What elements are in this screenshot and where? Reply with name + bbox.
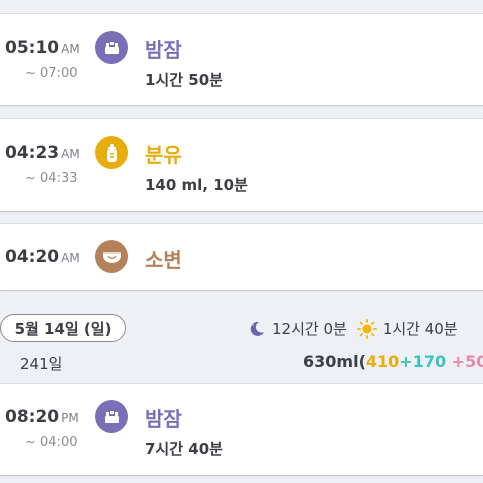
- entry-end-time: ~ 07:00: [25, 66, 78, 81]
- milk-other-amount: +50: [451, 352, 483, 371]
- entry-title: 분유: [145, 143, 182, 167]
- date-chip[interactable]: 5월 14일 (일): [0, 314, 126, 342]
- entry-detail: 1시간 50분: [145, 71, 223, 89]
- milk-formula-amount: 410: [365, 352, 400, 371]
- bottle-icon: [95, 136, 128, 169]
- sleep-icon: [95, 400, 128, 433]
- milk-breast-amount: +170: [399, 352, 447, 371]
- sun-icon: [356, 318, 377, 339]
- entry-time: 04:23 AM: [5, 143, 80, 163]
- diaper-icon: [95, 240, 128, 273]
- milk-breakdown-open: (: [358, 352, 366, 371]
- entry-detail: 140 ml, 10분: [145, 176, 248, 194]
- entry-time: 05:10 AM: [5, 38, 80, 58]
- log-entry-sleep[interactable]: 05:10 AM ~ 07:00 밤잠 1시간 50분: [0, 13, 483, 106]
- night-sleep-total: 12시간 0분: [272, 320, 347, 338]
- log-entry-sleep[interactable]: 08:20 PM ~ 04:00 밤잠 7시간 40분: [0, 383, 483, 476]
- sleep-summary: 12시간 0분 1시간 40분: [248, 318, 468, 339]
- moon-icon: [250, 321, 264, 336]
- entry-title: 소변: [145, 248, 182, 272]
- entry-title: 밤잠: [145, 407, 182, 431]
- milk-summary: 630ml(410+170 +50: [303, 352, 483, 371]
- entry-end-time: ~ 04:00: [25, 435, 78, 450]
- entry-end-time: ~ 04:33: [25, 171, 78, 186]
- day-sleep-total: 1시간 40분: [382, 320, 458, 338]
- log-entry-diaper[interactable]: 04:20 AM 소변: [0, 223, 483, 291]
- sleep-icon: [95, 31, 128, 64]
- baby-age-days: 241일: [20, 355, 63, 373]
- entry-time: 04:20 AM: [5, 247, 80, 267]
- log-entry-formula[interactable]: 04:23 AM ~ 04:33 분유 140 ml, 10분: [0, 118, 483, 212]
- entry-time: 08:20 PM: [5, 407, 79, 427]
- entry-title: 밤잠: [145, 38, 182, 62]
- milk-total: 630ml: [303, 352, 359, 371]
- entry-detail: 7시간 40분: [145, 440, 223, 458]
